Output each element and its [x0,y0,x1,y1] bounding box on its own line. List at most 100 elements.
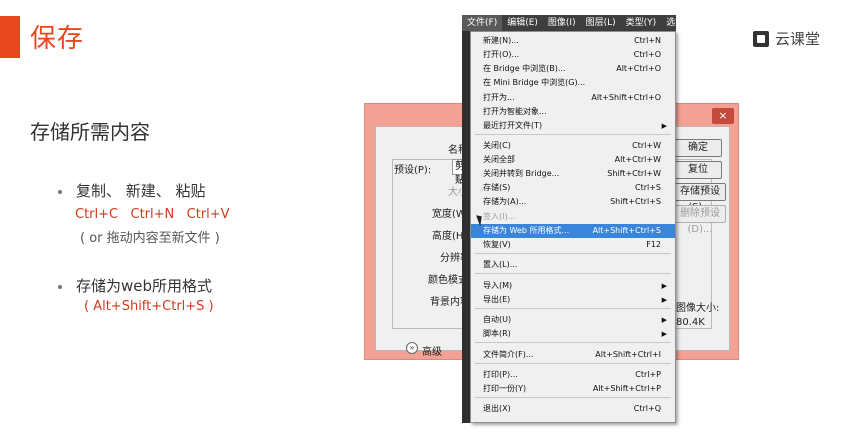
menubar-item[interactable]: 图像(I) [543,15,581,31]
menu-item[interactable]: 存储为 Web 所用格式... Alt+Shift+Ctrl+S [471,224,675,238]
submenu-arrow-icon: ▶ [661,296,667,304]
menu-item[interactable]: 存储为(A)... Shift+Ctrl+S [471,195,675,209]
menu-item-shortcut: Ctrl+O [633,50,661,59]
menu-item-label: 脚本(R) [483,329,511,338]
menu-item[interactable]: 退出(X) Ctrl+Q [471,402,675,416]
menu-item-label: 关闭全部 [483,155,515,164]
menu-separator [475,342,671,343]
app-menubar: 文件(F) 编辑(E) 图像(I) 图层(L) 类型(Y) 选择 [462,15,684,31]
menu-item-label: 关闭并转到 Bridge... [483,169,560,178]
menu-item-label: 打开为... [483,93,515,102]
menu-item-shortcut: Shift+Ctrl+W [607,169,661,178]
submenu-arrow-icon: ▶ [661,316,667,324]
menu-item[interactable]: 打印一份(Y) Alt+Shift+Ctrl+P [471,382,675,396]
menu-item-label: 置入(L)... [483,260,518,269]
menu-item[interactable]: 置入(L)... [471,258,675,272]
submenu-arrow-icon: ▶ [661,282,667,290]
menu-item-label: 恢复(V) [483,240,511,249]
menubar-item[interactable]: 编辑(E) [502,15,543,31]
menu-item-shortcut: Alt+Ctrl+O [616,64,661,73]
slide-subtitle: 存储所需内容 [30,120,150,144]
menu-item[interactable]: 打开为智能对象... [471,105,675,119]
advanced-label: 高级 [422,347,442,358]
menu-item-shortcut: Alt+Shift+Ctrl+O [591,93,661,102]
submenu-arrow-icon: ▶ [661,122,667,130]
menu-item-label: 新建(N)... [483,36,519,45]
menu-item-label: 在 Bridge 中浏览(B)... [483,64,566,73]
bullet-copy-new-paste: 复制、 新建、 粘贴 [58,180,206,201]
preset-label: 预设(P): [394,165,432,176]
menu-item-shortcut: Ctrl+P [635,370,661,379]
delete-preset-button[interactable]: 删除预设(D)... [674,205,726,235]
image-size-label: 图像大小: [676,303,720,314]
advanced-toggle-icon[interactable]: » [406,342,418,354]
menu-item[interactable]: 自动(U) ▶ [471,313,675,327]
menu-item-label: 打印一份(Y) [483,384,527,393]
menu-item-label: 最近打开文件(T) [483,121,543,130]
menu-item-shortcut: F12 [646,240,661,249]
height-label: 高度(H [432,231,464,242]
menu-separator [475,273,671,274]
menu-item-label: 存储为 Web 所用格式... [483,226,570,235]
menu-item[interactable]: 存储(S) Ctrl+S [471,181,675,195]
menu-item[interactable]: 打开为... Alt+Shift+Ctrl+O [471,91,675,105]
menu-item[interactable]: 导出(E) ▶ [471,293,675,307]
menu-item[interactable]: 关闭(C) Ctrl+W [471,139,675,153]
menu-separator [475,134,671,135]
menu-item-label: 打开(O)... [483,50,520,59]
menu-item[interactable]: 关闭并转到 Bridge... Shift+Ctrl+W [471,167,675,181]
menu-item[interactable]: 文件简介(F)... Alt+Shift+Ctrl+I [471,348,675,362]
menu-item-shortcut: Alt+Shift+Ctrl+I [595,350,661,359]
menu-item-label: 自动(U) [483,315,512,324]
menu-item[interactable]: 打开(O)... Ctrl+O [471,48,675,62]
menu-item-shortcut: Alt+Ctrl+W [614,155,661,164]
note-drag-content: ( or 拖动内容至新文件 ) [80,231,220,246]
menu-item-label: 存储为(A)... [483,197,527,206]
menu-separator [475,308,671,309]
bullet-text: 复制、 新建、 粘贴 [76,182,206,200]
menu-separator [475,363,671,364]
dialog-close-button[interactable]: × [712,108,734,124]
menu-item-shortcut: Ctrl+S [634,183,661,192]
slide: 保存 云课堂 存储所需内容 复制、 新建、 粘贴 Ctrl+C Ctrl+N C… [0,0,846,436]
menu-item[interactable]: 新建(N)... Ctrl+N [471,34,675,48]
menu-item-shortcut: Alt+Shift+Ctrl+S [592,226,661,235]
menu-item-label: 退出(X) [483,404,511,413]
menu-separator [475,397,671,398]
menu-item-shortcut: Ctrl+N [634,36,661,45]
file-menu-dropdown: 新建(N)... Ctrl+N 打开(O)... Ctrl+O 在 Bridge 中浏览… [470,31,676,423]
menu-item[interactable]: 最近打开文件(T) ▶ [471,119,675,133]
menubar-item[interactable]: 图层(L) [581,15,621,31]
menu-item-shortcut: Alt+Shift+Ctrl+P [592,384,661,393]
menubar-item[interactable]: 文件(F) [462,15,503,31]
menu-item[interactable]: 关闭全部 Alt+Ctrl+W [471,153,675,167]
menu-item[interactable]: 在 Mini Bridge 中浏览(G)... [471,76,675,90]
menu-item[interactable]: 在 Bridge 中浏览(B)... Alt+Ctrl+O [471,62,675,76]
title-accent-bar [0,16,20,58]
ok-button[interactable]: 确定 [674,139,722,157]
bullet-dot [58,189,62,194]
brand-name: 云课堂 [774,30,820,48]
menu-item[interactable]: 打印(P)... Ctrl+P [471,368,675,382]
menu-item-shortcut: Shift+Ctrl+S [610,197,661,206]
menu-item-label: 关闭(C) [483,141,511,150]
menu-item[interactable]: 恢复(V) F12 [471,238,675,252]
reset-button[interactable]: 复位 [674,161,722,179]
width-label: 宽度(W [432,209,466,220]
menubar-item[interactable]: 选择 [661,15,689,31]
menu-item[interactable]: 脚本(R) ▶ [471,327,675,341]
menu-item[interactable]: 导入(M) ▶ [471,279,675,293]
menu-item-shortcut: Ctrl+Q [633,404,661,413]
shortcut-save-for-web: ( Alt+Shift+Ctrl+S ) [84,299,214,314]
shortcut-copy-new-paste: Ctrl+C Ctrl+N Ctrl+V [75,207,230,222]
brand-logo: 云课堂 [752,28,820,49]
menu-item-shortcut: Ctrl+W [632,141,661,150]
menu-item[interactable]: 签入(I)... [471,210,675,224]
menu-item-label: 打印(P)... [483,370,518,379]
menu-item-label: 签入(I)... [483,212,516,221]
bullet-dot [58,284,62,289]
menubar-item[interactable]: 类型(Y) [621,15,662,31]
save-preset-button[interactable]: 存储预设(S)... [674,183,726,213]
menu-item-label: 在 Mini Bridge 中浏览(G)... [483,78,586,87]
menu-item-label: 导出(E) [483,295,511,304]
